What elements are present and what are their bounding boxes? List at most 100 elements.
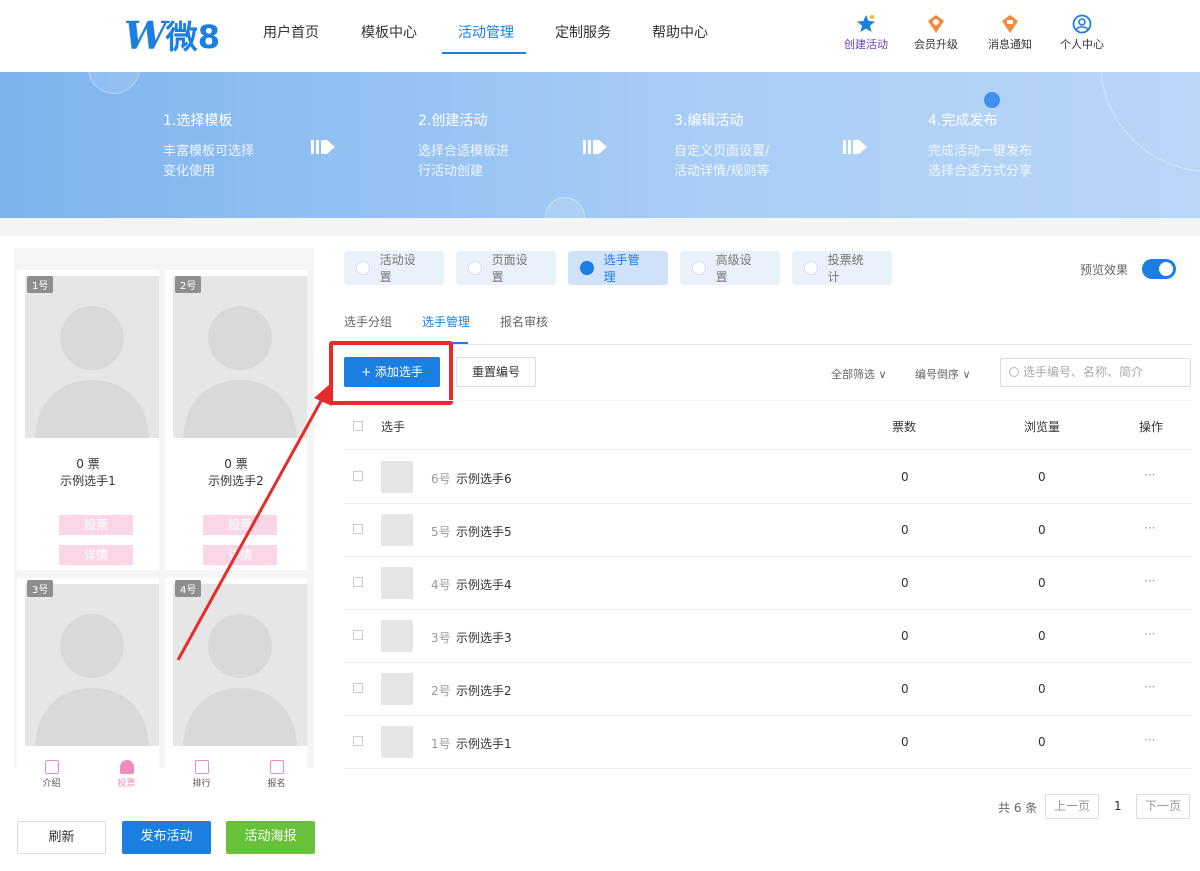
subtab-contestants[interactable]: 选手管理 bbox=[422, 313, 470, 330]
user-icon bbox=[580, 261, 594, 275]
column-header-views: 浏览量 bbox=[1024, 420, 1061, 434]
contestant-name: 示例选手2 bbox=[456, 684, 512, 698]
more-actions-button[interactable]: ··· bbox=[1144, 521, 1155, 535]
table-row[interactable]: 1号 示例选手1 0 0 ··· bbox=[344, 716, 1192, 769]
detail-button[interactable]: 详情 bbox=[59, 545, 133, 565]
annotation-arrow-icon bbox=[176, 384, 332, 661]
table-row[interactable]: 3号 示例选手3 0 0 ··· bbox=[344, 610, 1192, 663]
tabbar-item-signup[interactable]: 报名 bbox=[239, 756, 314, 796]
number-badge: 2号 bbox=[175, 276, 202, 293]
tab-advanced-settings[interactable]: 高级设置 bbox=[680, 251, 780, 285]
subtab-groups[interactable]: 选手分组 bbox=[344, 313, 392, 330]
preview-toggle[interactable] bbox=[1142, 259, 1176, 279]
logo-mark: W bbox=[124, 12, 167, 58]
contestant-name: 示例选手5 bbox=[456, 525, 512, 539]
subtab-divider bbox=[344, 344, 1192, 345]
banner-bubble bbox=[545, 197, 585, 218]
contestant-name: 示例选手4 bbox=[456, 578, 512, 592]
column-header-actions: 操作 bbox=[1139, 420, 1164, 434]
current-page[interactable]: 1 bbox=[1114, 799, 1122, 813]
row-checkbox[interactable] bbox=[353, 524, 363, 534]
sliders-icon bbox=[692, 261, 706, 275]
row-checkbox[interactable] bbox=[353, 577, 363, 587]
notifications-button[interactable]: 消息通知 bbox=[980, 14, 1040, 52]
vote-button[interactable]: 投票 bbox=[59, 515, 133, 535]
table-row[interactable]: 4号 示例选手4 0 0 ··· bbox=[344, 557, 1192, 610]
table-row[interactable]: 6号 示例选手6 0 0 ··· bbox=[344, 451, 1192, 504]
person-silhouette-icon bbox=[35, 306, 149, 438]
nav-item-templates[interactable]: 模板中心 bbox=[361, 22, 417, 42]
bell-icon bbox=[1002, 15, 1018, 33]
view-count: 0 bbox=[1038, 629, 1046, 643]
tab-contestant-management[interactable]: 选手管理 bbox=[568, 251, 668, 285]
sort-dropdown[interactable]: 编号倒序 ∨ bbox=[915, 366, 971, 382]
section-divider bbox=[0, 218, 1200, 236]
nav-item-home[interactable]: 用户首页 bbox=[263, 22, 319, 42]
nav-item-custom-service[interactable]: 定制服务 bbox=[555, 22, 611, 42]
next-page-button[interactable]: 下一页 bbox=[1136, 794, 1190, 819]
tab-activity-settings[interactable]: 活动设置 bbox=[344, 251, 444, 285]
document-icon bbox=[44, 760, 59, 774]
tab-label: 选手管理 bbox=[603, 253, 640, 284]
tab-vote-statistics[interactable]: 投票统计 bbox=[792, 251, 892, 285]
vote-count: 0 bbox=[901, 470, 909, 484]
contestant-search-input[interactable]: 选手编号、名称、简介 bbox=[1000, 358, 1191, 387]
preview-tabbar: 介绍 投票 排行 报名 bbox=[14, 756, 314, 796]
nav-active-underline bbox=[442, 52, 526, 54]
nav-item-help[interactable]: 帮助中心 bbox=[652, 22, 708, 42]
vote-count: 0 bbox=[901, 523, 909, 537]
more-actions-button[interactable]: ··· bbox=[1144, 733, 1155, 747]
more-actions-button[interactable]: ··· bbox=[1144, 680, 1155, 694]
step-title: 1.选择模板 bbox=[163, 113, 233, 129]
select-all-checkbox[interactable] bbox=[353, 421, 363, 431]
refresh-button[interactable]: 刷新 bbox=[17, 821, 106, 854]
star-icon bbox=[857, 15, 875, 32]
member-upgrade-label: 会员升级 bbox=[914, 38, 958, 51]
user-center-label: 个人中心 bbox=[1060, 38, 1104, 51]
contestant-number: 1号 bbox=[431, 737, 451, 751]
nav-item-activity-management[interactable]: 活动管理 bbox=[458, 22, 514, 42]
banner-bubble bbox=[88, 72, 140, 94]
search-placeholder: 选手编号、名称、简介 bbox=[1023, 365, 1144, 379]
user-center-button[interactable]: 个人中心 bbox=[1052, 14, 1112, 52]
more-actions-button[interactable]: ··· bbox=[1144, 627, 1155, 641]
tabbar-item-intro[interactable]: 介绍 bbox=[14, 756, 89, 796]
row-checkbox[interactable] bbox=[353, 471, 363, 481]
table-row[interactable]: 5号 示例选手5 0 0 ··· bbox=[344, 504, 1192, 557]
tabbar-item-ranking[interactable]: 排行 bbox=[164, 756, 239, 796]
tab-label: 高级设置 bbox=[715, 253, 752, 284]
create-activity-button[interactable]: 创建活动 bbox=[836, 14, 896, 52]
step-arrow-icon bbox=[583, 140, 607, 154]
row-checkbox[interactable] bbox=[353, 736, 363, 746]
prev-page-button[interactable]: 上一页 bbox=[1045, 794, 1099, 819]
tabbar-item-vote[interactable]: 投票 bbox=[89, 756, 164, 796]
number-badge: 3号 bbox=[27, 580, 54, 597]
step-desc-line: 活动详情/规则等 bbox=[674, 164, 770, 179]
contestant-number: 4号 bbox=[431, 578, 451, 592]
step-desc-line: 选择合适方式分享 bbox=[928, 164, 1033, 179]
filter-all-dropdown[interactable]: 全部筛选 ∨ bbox=[831, 366, 887, 382]
member-upgrade-button[interactable]: 会员升级 bbox=[906, 14, 966, 52]
tab-label: 活动设置 bbox=[379, 253, 416, 284]
reset-numbers-button[interactable]: 重置编号 bbox=[456, 357, 536, 387]
more-actions-button[interactable]: ··· bbox=[1144, 468, 1155, 482]
more-actions-button[interactable]: ··· bbox=[1144, 574, 1155, 588]
step-desc-line: 丰富模板可选择 bbox=[163, 144, 255, 159]
row-checkbox[interactable] bbox=[353, 630, 363, 640]
poster-button[interactable]: 活动海报 bbox=[226, 821, 315, 854]
contestant-card[interactable]: 1号 0 票 示例选手1 投票 详情 bbox=[17, 270, 159, 570]
step-desc-line: 完成活动一键发布 bbox=[928, 144, 1033, 159]
contestant-card[interactable]: 3号 bbox=[17, 578, 159, 768]
row-checkbox[interactable] bbox=[353, 683, 363, 693]
step-desc-line: 选择合适模板进 bbox=[418, 144, 510, 159]
table-row[interactable]: 2号 示例选手2 0 0 ··· bbox=[344, 663, 1192, 716]
logo-text: 微8 bbox=[165, 18, 220, 56]
avatar bbox=[381, 461, 413, 493]
vote-count: 0 bbox=[901, 629, 909, 643]
brand-logo[interactable]: W 微8 bbox=[124, 12, 220, 58]
publish-button[interactable]: 发布活动 bbox=[122, 821, 211, 854]
number-badge: 1号 bbox=[27, 276, 54, 293]
subtab-signup-review[interactable]: 报名审核 bbox=[500, 313, 548, 330]
bar-icon bbox=[194, 760, 209, 774]
tab-page-settings[interactable]: 页面设置 bbox=[456, 251, 556, 285]
